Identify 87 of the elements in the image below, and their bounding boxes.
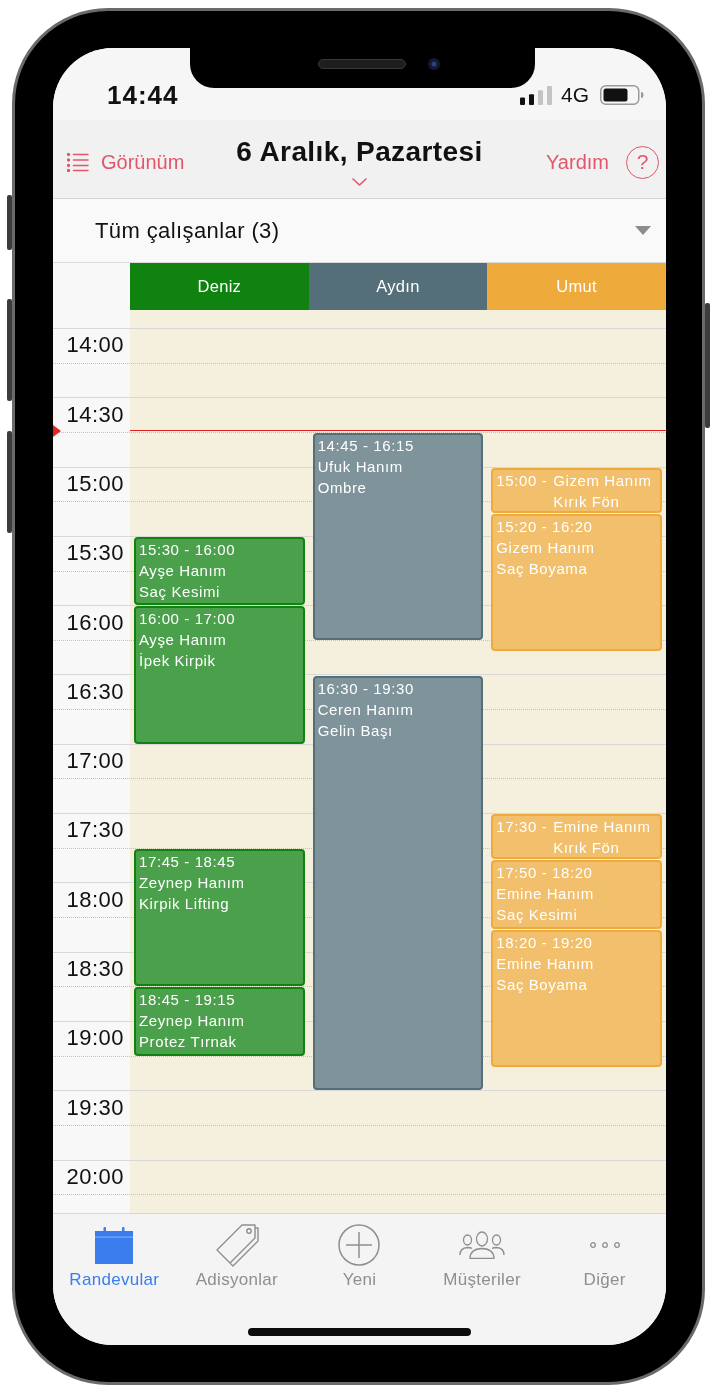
client-name: Ufuk Hanım [317,456,403,477]
staff-column-header: Deniz [130,263,309,310]
tab-item[interactable]: Müşteriler [420,1225,544,1290]
appointment-card[interactable]: 14:45 - 16:15 Ufuk Hanım Ombre [312,432,484,640]
client-name: Ayşe Hanım [139,560,227,581]
client-name: Zeynep Hanım [139,1011,245,1032]
appointment-time: 17:50 - 18:20 [496,863,593,884]
tab-item[interactable]: Yeni [298,1225,421,1290]
time-label: 18:30 [66,956,124,981]
appointment-time: 16:30 - 19:30 [317,678,414,699]
client-name: Ceren Hanım [317,699,414,720]
side-button[interactable] [7,431,12,533]
status-time: 14:44 [107,80,179,110]
appointment-card[interactable]: 16:00 - 17:00 Ayşe Hanım İpek Kirpik [134,606,305,744]
appointment-time: 18:20 - 19:20 [496,932,593,953]
appointment-card[interactable]: 16:30 - 19:30 Ceren Hanım Gelin Başı [312,675,484,1091]
service-name: Ombre [317,477,367,498]
side-button[interactable] [705,303,710,428]
appointment-time: 15:30 - 16:00 [139,539,236,560]
time-label: 15:00 [66,470,124,496]
tag-icon [214,1223,259,1267]
client-name: Zeynep Hanım [139,872,245,893]
time-label: 14:00 [66,332,124,358]
appointment-time: 17:45 - 18:45 [139,851,236,872]
service-name: Kirpik Lifting [139,893,230,914]
appointment-card[interactable]: 18:20 - 19:20 Emine Hanım Saç Boyama [491,929,662,1068]
network-type: 4G [561,83,589,107]
staff-column-header: Aydın [308,263,488,310]
service-name: Saç Boyama [496,974,588,995]
appointment-card[interactable]: 17:50 - 18:20 Emine Hanım Saç Kesimi [491,860,662,929]
service-name: İpek Kirpik [139,651,216,672]
time-label: 16:00 [66,609,124,635]
side-button[interactable] [7,299,12,401]
client-name: Emine Hanım [496,953,594,974]
appointment-card[interactable]: 17:45 - 18:45 Zeynep Hanım Kirpik Lifting [134,848,305,987]
battery-icon [600,85,644,105]
service-name: Saç Boyama [496,558,588,579]
people-icon [459,1231,506,1259]
tab-item[interactable]: Randevular [53,1225,176,1290]
appointment-time: 18:45 - 19:15 [139,990,236,1011]
appointment-card[interactable]: 17:30 - Emine Hanım Kırık Fön [491,814,662,860]
client-name: Gizem Hanım [496,537,595,558]
time-label: 17:00 [66,748,124,774]
time-label: 17:30 [66,817,124,843]
client-name: Gizem Hanım [553,470,652,491]
more-dots-icon [589,1242,620,1248]
time-label: 20:00 [66,1163,124,1189]
time-label: 14:30 [66,401,124,427]
time-label: 19:30 [66,1094,124,1120]
tab-item[interactable]: Diğer [543,1225,666,1290]
time-label: 15:30 [66,540,124,566]
service-name: Saç Kesimi [139,581,221,602]
chevron-down-icon [352,178,367,186]
time-label: 19:00 [66,1025,124,1051]
camera-icon [428,58,440,70]
appointment-time: 14:45 - 16:15 [317,435,414,456]
tab-item[interactable]: Adisyonlar [175,1225,299,1290]
current-time-marker-icon [53,424,61,437]
appointment-time: 15:00 - [496,470,548,491]
service-name: Protez Tırnak [139,1032,237,1053]
view-button[interactable]: Görünüm [67,150,185,174]
staff-column-header: Umut [487,263,666,310]
list-icon [67,152,89,172]
calendar-icon [95,1226,134,1264]
appointment-card[interactable]: 15:00 - Gizem Hanım Kırık Fön [491,467,662,513]
appointment-time: 16:00 - 17:00 [139,609,236,630]
appointment-card[interactable]: 15:20 - 16:20 Gizem Hanım Saç Boyama [491,513,662,652]
signal-icon [520,85,552,105]
client-name: Emine Hanım [553,817,651,838]
appointment-time: 17:30 - [496,817,548,838]
service-name: Kırık Fön [553,838,620,859]
service-name: Kırık Fön [553,491,620,512]
dropdown-caret-icon [635,226,651,235]
side-button[interactable] [7,195,12,250]
appointment-card[interactable]: 15:30 - 16:00 Ayşe Hanım Saç Kesimi [134,536,305,606]
client-name: Ayşe Hanım [139,630,227,651]
appointment-time: 15:20 - 16:20 [496,516,593,537]
service-name: Gelin Başı [317,720,393,741]
time-label: 16:30 [66,678,124,704]
client-name: Emine Hanım [496,884,594,905]
time-label: 18:00 [66,886,124,912]
appointment-card[interactable]: 18:45 - 19:15 Zeynep Hanım Protez Tırnak [134,987,305,1056]
service-name: Saç Kesimi [496,905,578,926]
help-link[interactable]: Yardım [546,150,609,174]
date-button[interactable]: 6 Aralık, Pazartesi [236,120,483,198]
plus-circle-icon [338,1224,381,1266]
speaker-grille-icon [318,59,406,69]
